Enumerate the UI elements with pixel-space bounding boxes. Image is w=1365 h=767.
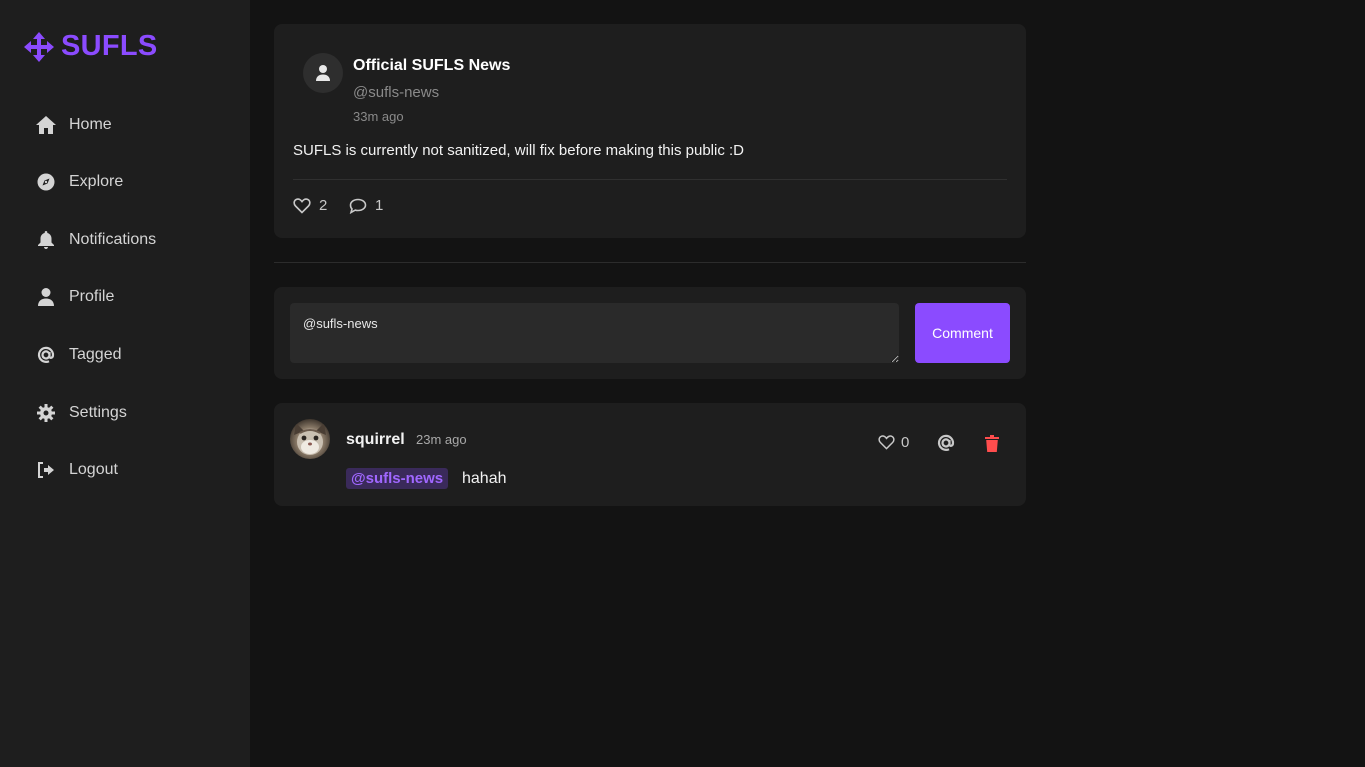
comment-input[interactable] (290, 303, 899, 363)
reply-like-button[interactable]: 0 (878, 434, 909, 451)
at-icon (36, 345, 56, 365)
nav-item-notifications[interactable]: Notifications (36, 228, 156, 252)
reply-card: squirrel 23m ago @sufls-news hahah 0 (274, 403, 1026, 506)
brand-logo[interactable]: SUFLS (24, 30, 158, 63)
comment-count-button[interactable]: 1 (349, 197, 383, 214)
post-card: Official SUFLS News @sufls-news 33m ago … (274, 24, 1026, 238)
nav-label: Settings (69, 404, 127, 421)
arrows-move-icon (24, 31, 54, 62)
divider (293, 179, 1007, 180)
nav-item-settings[interactable]: Settings (36, 401, 127, 425)
at-icon (937, 434, 955, 451)
nav-label: Notifications (69, 231, 157, 248)
brand-name: SUFLS (61, 30, 158, 62)
logout-icon (36, 460, 56, 480)
nav-label: Explore (69, 173, 124, 190)
nav-label: Profile (69, 288, 115, 305)
like-count: 0 (901, 434, 910, 451)
gear-icon (36, 403, 56, 423)
mention-link[interactable]: @sufls-news (346, 468, 449, 489)
nav-item-explore[interactable]: Explore (36, 170, 123, 194)
nav-label: Home (69, 116, 112, 133)
post-author[interactable]: Official SUFLS News (353, 57, 510, 75)
compass-icon (36, 172, 56, 192)
home-icon (36, 115, 56, 135)
heart-icon (878, 435, 895, 450)
user-icon (316, 65, 330, 81)
nav-item-logout[interactable]: Logout (36, 458, 118, 482)
mention-button[interactable] (936, 433, 956, 453)
like-count: 2 (319, 197, 328, 214)
post-body: SUFLS is currently not sanitized, will f… (293, 142, 745, 159)
reply-time: 23m ago (416, 432, 467, 447)
nav-label: Logout (69, 461, 118, 478)
avatar[interactable] (290, 419, 330, 459)
heart-icon (293, 197, 311, 214)
avatar[interactable] (303, 53, 343, 93)
comment-count: 1 (375, 197, 384, 214)
reply-text: hahah (462, 470, 507, 487)
nav-item-tagged[interactable]: Tagged (36, 343, 122, 367)
user-icon (36, 287, 56, 307)
nav-label: Tagged (69, 346, 122, 363)
post-handle[interactable]: @sufls-news (353, 84, 439, 101)
nav-item-profile[interactable]: Profile (36, 285, 114, 309)
reply-author[interactable]: squirrel (346, 431, 405, 449)
comment-button[interactable]: Comment (915, 303, 1010, 363)
section-divider (274, 262, 1026, 263)
nav-item-home[interactable]: Home (36, 113, 112, 137)
bell-icon (36, 230, 56, 250)
comment-icon (349, 198, 367, 214)
trash-icon (985, 434, 999, 452)
sidebar: SUFLS Home Explore Notifications Profile… (0, 0, 250, 767)
delete-button[interactable] (982, 433, 1002, 453)
cat-avatar-icon (294, 423, 326, 455)
comment-form: @sufls-news Comment (274, 287, 1026, 379)
like-button[interactable]: 2 (293, 197, 327, 214)
post-time: 33m ago (353, 109, 404, 124)
